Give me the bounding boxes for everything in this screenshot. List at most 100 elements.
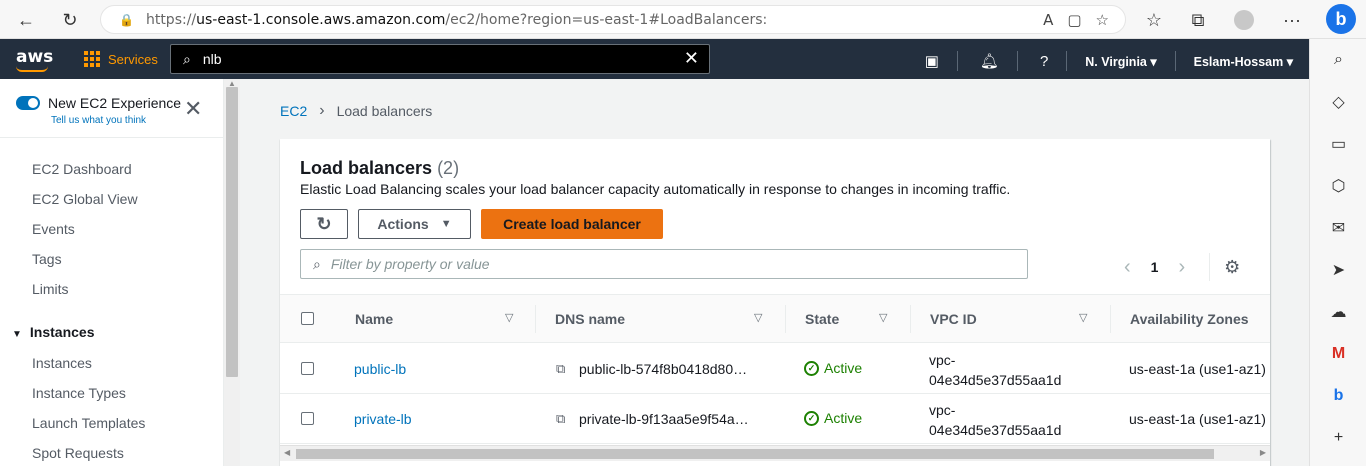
chevron-left-icon[interactable]: ‹ — [1124, 256, 1131, 279]
dns-name: private-lb-9f13aa5e9f54a… — [579, 411, 749, 427]
availability-zones: us-east-1a (use1-az1) — [1129, 361, 1266, 377]
close-icon[interactable]: ✕ — [184, 98, 202, 120]
status-badge: ✓ Active — [804, 360, 862, 376]
column-header-name[interactable]: Name — [355, 311, 393, 327]
more-menu-icon[interactable]: ··· — [1280, 8, 1304, 32]
sidebar-item-events[interactable]: Events — [32, 221, 75, 237]
sort-icon[interactable]: ▽ — [1079, 311, 1087, 324]
vpc-id: vpc- 04e34d5e37d55aa1d — [929, 352, 1062, 388]
filter-input[interactable]: ⌕ Filter by property or value — [300, 249, 1028, 279]
sort-icon[interactable]: ▽ — [754, 311, 762, 324]
lock-icon: 🔒 — [119, 12, 134, 27]
table-row[interactable]: public-lb ⧉ public-lb-574f8b0418d80… ✓ Ac… — [280, 344, 1270, 394]
sort-icon[interactable]: ▽ — [505, 311, 513, 324]
briefcase-icon[interactable]: ▭ — [1310, 123, 1366, 165]
games-icon[interactable]: ⬡ — [1310, 165, 1366, 207]
caret-down-icon: ▼ — [440, 218, 452, 230]
new-experience-toggle-row: New EC2 Experience — [16, 95, 181, 111]
bing-chat-icon[interactable]: b — [1326, 4, 1356, 34]
load-balancer-name-link[interactable]: public-lb — [354, 361, 406, 377]
search-input[interactable]: ⌕ nlb ✕ — [170, 44, 710, 74]
refresh-icon: ↻ — [316, 213, 332, 234]
bing-icon[interactable]: b — [1310, 375, 1366, 417]
row-checkbox[interactable] — [301, 362, 314, 375]
collections-icon[interactable]: ⧉ — [1186, 8, 1210, 32]
sidebar-scrollbar[interactable]: ▲ — [224, 79, 240, 466]
favorites-icon[interactable]: ☆ — [1142, 8, 1166, 32]
caret-down-icon: ▼ — [12, 329, 22, 340]
sidebar-item-spot-requests[interactable]: Spot Requests — [32, 445, 124, 461]
search-icon: ⌕ — [313, 255, 321, 272]
chevron-right-icon: › — [319, 102, 325, 119]
tag-icon[interactable]: ◇ — [1310, 81, 1366, 123]
column-header-availability-zones[interactable]: Availability Zones — [1130, 311, 1249, 327]
actions-button[interactable]: Actions ▼ — [358, 209, 471, 239]
check-circle-icon: ✓ — [804, 360, 819, 376]
table-horizontal-scrollbar[interactable]: ◀ ▶ — [280, 445, 1270, 461]
address-bar[interactable]: 🔒 https://us-east-1.console.aws.amazon.c… — [100, 5, 1126, 34]
cloud-icon[interactable]: ☁ — [1310, 291, 1366, 333]
availability-zones: us-east-1a (use1-az1) — [1129, 411, 1266, 427]
services-menu[interactable]: Services — [84, 51, 158, 67]
reader-view-icon[interactable]: ▢ — [1067, 11, 1081, 29]
breadcrumb-ec2[interactable]: EC2 — [280, 103, 307, 119]
select-all-checkbox[interactable] — [301, 312, 314, 325]
aws-navbar: aws Services ⌕ nlb ✕ ▣ 🔔︎ ? N. Virginia … — [0, 39, 1309, 79]
gmail-icon[interactable]: M — [1310, 333, 1366, 375]
sidebar-item-instances[interactable]: Instances — [32, 355, 92, 371]
sidebar-item-launch-templates[interactable]: Launch Templates — [32, 415, 145, 431]
browser-toolbar: ← ↻ 🔒 https://us-east-1.console.aws.amaz… — [0, 0, 1366, 39]
breadcrumb-current: Load balancers — [336, 103, 433, 119]
column-header-vpc-id[interactable]: VPC ID — [930, 311, 977, 327]
dns-name: public-lb-574f8b0418d80… — [579, 361, 748, 377]
profile-avatar-icon[interactable] — [1232, 8, 1256, 32]
create-load-balancer-button[interactable]: Create load balancer — [481, 209, 663, 239]
bell-icon[interactable]: 🔔︎ — [980, 52, 999, 70]
url-prefix: https:// — [145, 11, 197, 28]
send-icon[interactable]: ➤ — [1310, 249, 1366, 291]
column-header-dns-name[interactable]: DNS name — [555, 311, 625, 327]
sidebar-item-limits[interactable]: Limits — [32, 281, 69, 297]
favorite-add-icon[interactable]: ☆ — [1096, 11, 1109, 29]
url-host: us-east-1.console.aws.amazon.com — [196, 11, 446, 28]
sidebar-section-instances[interactable]: ▼ Instances — [12, 324, 95, 340]
copy-icon[interactable]: ⧉ — [556, 411, 565, 427]
load-balancers-panel: Load balancers (2) Elastic Load Balancin… — [280, 139, 1270, 466]
refresh-icon[interactable]: ↻ — [58, 8, 82, 32]
page-number[interactable]: 1 — [1151, 259, 1159, 275]
add-icon[interactable]: + — [1310, 417, 1366, 459]
close-icon[interactable]: ✕ — [684, 48, 699, 69]
check-circle-icon: ✓ — [804, 410, 819, 426]
cloudshell-icon[interactable]: ▣ — [925, 52, 939, 70]
sidebar-item-instance-types[interactable]: Instance Types — [32, 385, 126, 401]
row-checkbox[interactable] — [301, 412, 314, 425]
back-icon[interactable]: ← — [14, 8, 38, 32]
feedback-link[interactable]: Tell us what you think — [51, 115, 146, 126]
chevron-right-icon[interactable]: › — [1178, 256, 1185, 279]
page-title: Load balancers (2) — [300, 158, 460, 178]
new-experience-toggle[interactable] — [16, 96, 40, 110]
sidebar-item-ec2-global-view[interactable]: EC2 Global View — [32, 191, 138, 207]
help-icon[interactable]: ? — [1040, 53, 1048, 70]
navbar-right: ▣ 🔔︎ ? N. Virginia ▾ Eslam-Hossam ▾ — [903, 51, 1293, 71]
panel-description: Elastic Load Balancing scales your load … — [300, 181, 1011, 197]
table-row[interactable]: private-lb ⧉ private-lb-9f13aa5e9f54a… ✓… — [280, 394, 1270, 444]
load-balancer-name-link[interactable]: private-lb — [354, 411, 412, 427]
aws-logo[interactable]: aws — [16, 47, 53, 72]
outlook-icon[interactable]: ✉ — [1310, 207, 1366, 249]
sidebar-item-ec2-dashboard[interactable]: EC2 Dashboard — [32, 161, 132, 177]
user-menu[interactable]: Eslam-Hossam ▾ — [1194, 54, 1293, 69]
sort-icon[interactable]: ▽ — [879, 311, 887, 324]
region-selector[interactable]: N. Virginia ▾ — [1085, 54, 1156, 69]
ec2-sidebar: New EC2 Experience Tell us what you thin… — [0, 79, 224, 466]
copy-icon[interactable]: ⧉ — [556, 361, 565, 377]
status-badge: ✓ Active — [804, 410, 862, 426]
read-aloud-icon[interactable]: A — [1043, 11, 1053, 29]
sidebar-item-tags[interactable]: Tags — [32, 251, 62, 267]
column-header-state[interactable]: State — [805, 311, 839, 327]
grid-icon — [84, 51, 100, 67]
refresh-button[interactable]: ↻ — [300, 209, 348, 239]
search-value: nlb — [202, 51, 222, 67]
search-icon[interactable]: ⌕ — [1310, 39, 1366, 81]
gear-icon[interactable]: ⚙ — [1224, 257, 1240, 278]
